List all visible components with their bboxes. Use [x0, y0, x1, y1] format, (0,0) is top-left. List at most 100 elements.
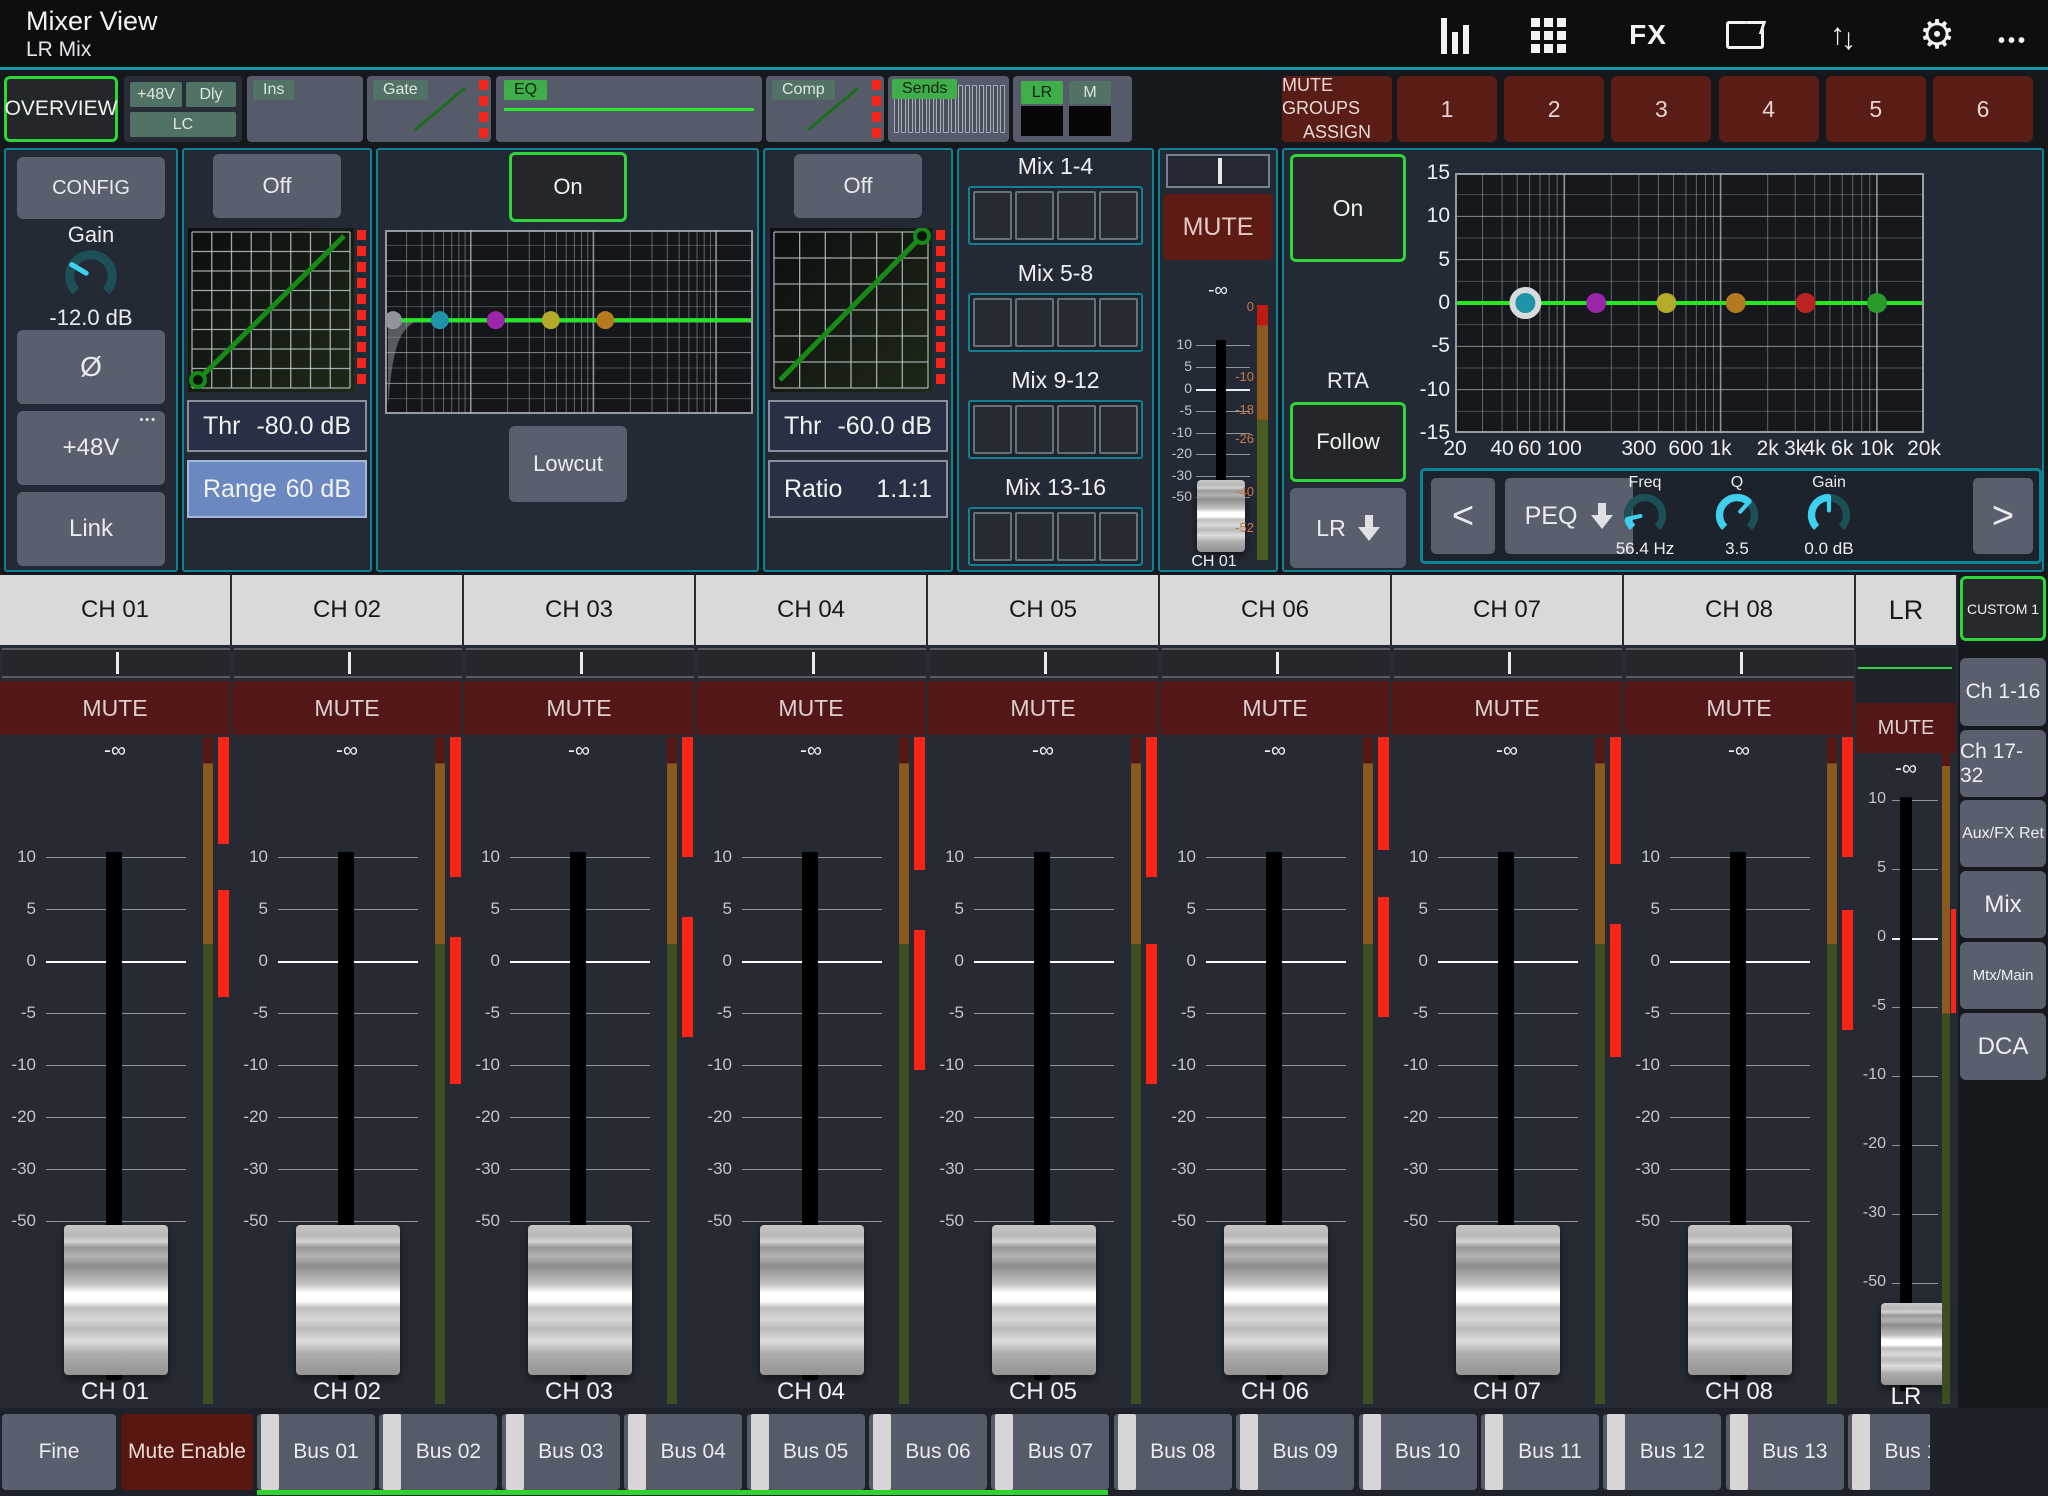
routing-overview-box[interactable]: LR M: [1013, 76, 1132, 142]
mute-group-button-5[interactable]: 5: [1826, 76, 1926, 142]
channel-pan[interactable]: [466, 648, 694, 678]
sends-cell[interactable]: [1099, 298, 1138, 347]
channel-pan[interactable]: [234, 648, 462, 678]
lr-fader-cap[interactable]: [1881, 1303, 1947, 1385]
peq-knob-dial[interactable]: [1622, 492, 1668, 538]
follow-button[interactable]: Follow: [1290, 402, 1406, 482]
prev-band-button[interactable]: <: [1431, 478, 1495, 554]
monitor-bus-button[interactable]: LR: [1290, 488, 1406, 568]
channel-header[interactable]: CH 07: [1392, 575, 1622, 645]
bus-button-10[interactable]: Bus 10: [1359, 1414, 1477, 1490]
channel-header[interactable]: CH 04: [696, 575, 926, 645]
input-config-box[interactable]: +48V Dly LC: [124, 76, 242, 142]
sidebar-mtx-main[interactable]: Mtx/Main: [1960, 942, 2046, 1009]
lr-mute-button[interactable]: MUTE: [1856, 703, 1956, 753]
sidebar-ch-1-16[interactable]: Ch 1-16: [1960, 658, 2046, 726]
sort-arrows-icon[interactable]: ↑↓: [1806, 0, 1876, 70]
bus-button-9[interactable]: Bus 09: [1236, 1414, 1354, 1490]
channel-pan[interactable]: [1162, 648, 1390, 678]
mute-enable-button[interactable]: Mute Enable: [121, 1414, 253, 1490]
sends-cell[interactable]: [973, 191, 1012, 240]
peq-knob-dial[interactable]: [1714, 492, 1760, 538]
bus-button-2[interactable]: Bus 02: [379, 1414, 497, 1490]
bus-button-5[interactable]: Bus 05: [747, 1414, 865, 1490]
sends-cell[interactable]: [1015, 298, 1054, 347]
sends-cell[interactable]: [1015, 191, 1054, 240]
sidebar-custom-1[interactable]: CUSTOM 1: [1960, 576, 2046, 641]
bus-button-1[interactable]: Bus 01: [257, 1414, 375, 1490]
sends-cell[interactable]: [973, 512, 1012, 561]
mute-group-button-1[interactable]: 1: [1397, 76, 1497, 142]
bus-button-13[interactable]: Bus 13: [1726, 1414, 1844, 1490]
lowcut-button[interactable]: Lowcut: [509, 426, 627, 502]
link-button[interactable]: Link: [17, 492, 165, 566]
sends-cell[interactable]: [1099, 512, 1138, 561]
mute-group-button-2[interactable]: 2: [1504, 76, 1604, 142]
gate-range-field[interactable]: Range 60 dB: [187, 460, 367, 518]
sends-cell[interactable]: [1057, 298, 1096, 347]
sends-cell[interactable]: [1057, 191, 1096, 240]
channel-fader-cap[interactable]: [760, 1225, 864, 1375]
channel-mute-button[interactable]: MUTE: [1624, 681, 1854, 735]
channel-pan[interactable]: [1626, 648, 1854, 678]
channel-header[interactable]: CH 05: [928, 575, 1158, 645]
sidebar-aux-fx-ret[interactable]: Aux/FX Ret: [1960, 800, 2046, 867]
delay-tag[interactable]: Dly: [186, 82, 236, 107]
sends-cell[interactable]: [973, 405, 1012, 454]
bus-button-12[interactable]: Bus 12: [1603, 1414, 1721, 1490]
settings-gear-icon[interactable]: ⚙: [1902, 0, 1972, 70]
bus-button-14[interactable]: Bus 14: [1848, 1414, 1930, 1490]
lr-strip-header[interactable]: LR: [1856, 575, 1956, 645]
channel-header[interactable]: CH 01: [0, 575, 230, 645]
channel-mute-button[interactable]: MUTE: [1160, 681, 1390, 735]
peq-knob-freq[interactable]: Freq56.4 Hz: [1599, 474, 1691, 564]
fine-button[interactable]: Fine: [2, 1414, 116, 1490]
comp-overview-box[interactable]: Comp: [766, 76, 884, 142]
channel-fader-cap[interactable]: [528, 1225, 632, 1375]
grid-icon[interactable]: [1513, 0, 1583, 70]
sends-cell[interactable]: [1099, 405, 1138, 454]
channel-mute-button[interactable]: MUTE: [0, 681, 230, 735]
phantom-button[interactable]: +48V •••: [17, 411, 165, 485]
sends-cell[interactable]: [1057, 405, 1096, 454]
channel-fader-cap[interactable]: [64, 1225, 168, 1375]
channel-header[interactable]: CH 08: [1624, 575, 1854, 645]
channel-header[interactable]: CH 06: [1160, 575, 1390, 645]
channel-fader-cap[interactable]: [992, 1225, 1096, 1375]
eq-overview-box[interactable]: EQ: [496, 76, 762, 142]
overview-button[interactable]: OVERVIEW: [4, 76, 118, 142]
channel-pan[interactable]: [930, 648, 1158, 678]
comp-ratio-field[interactable]: Ratio 1.1:1: [768, 460, 948, 518]
channel-fader-cap[interactable]: [1688, 1225, 1792, 1375]
insert-overview-box[interactable]: Ins: [247, 76, 363, 142]
more-icon[interactable]: •••: [1978, 0, 2048, 70]
sends-cell[interactable]: [1057, 512, 1096, 561]
channel-fader-cap[interactable]: [296, 1225, 400, 1375]
peq-knob-dial[interactable]: [1806, 492, 1852, 538]
channel-pan[interactable]: [698, 648, 926, 678]
folder-icon[interactable]: [1710, 0, 1780, 70]
config-button[interactable]: CONFIG: [17, 157, 165, 219]
bus-button-4[interactable]: Bus 04: [624, 1414, 742, 1490]
channel-mute-button[interactable]: MUTE: [1392, 681, 1622, 735]
peq-knob-gain[interactable]: Gain0.0 dB: [1783, 474, 1875, 564]
channel-header[interactable]: CH 03: [464, 575, 694, 645]
fx-icon[interactable]: FX: [1613, 0, 1683, 70]
sends-cell[interactable]: [973, 298, 1012, 347]
gate-threshold-field[interactable]: Thr -80.0 dB: [187, 400, 367, 452]
bus-button-6[interactable]: Bus 06: [869, 1414, 987, 1490]
lr-eq-graph[interactable]: [1455, 173, 1924, 433]
phase-button[interactable]: Ø: [17, 330, 165, 404]
sends-group-box-3[interactable]: [968, 400, 1143, 459]
lr-pan-area[interactable]: [1856, 648, 1956, 703]
eq-detail-graph[interactable]: [385, 230, 753, 414]
phantom-48v-tag[interactable]: +48V: [130, 82, 182, 107]
channel-pan[interactable]: [2, 648, 230, 678]
sidebar-mix[interactable]: Mix: [1960, 871, 2046, 938]
channel-mute-button[interactable]: MUTE: [232, 681, 462, 735]
lowcut-tag[interactable]: LC: [130, 112, 236, 137]
sends-group-box-4[interactable]: [968, 507, 1143, 566]
sends-cell[interactable]: [1099, 191, 1138, 240]
next-band-button[interactable]: >: [1973, 478, 2033, 554]
sends-group-box-1[interactable]: [968, 186, 1143, 245]
